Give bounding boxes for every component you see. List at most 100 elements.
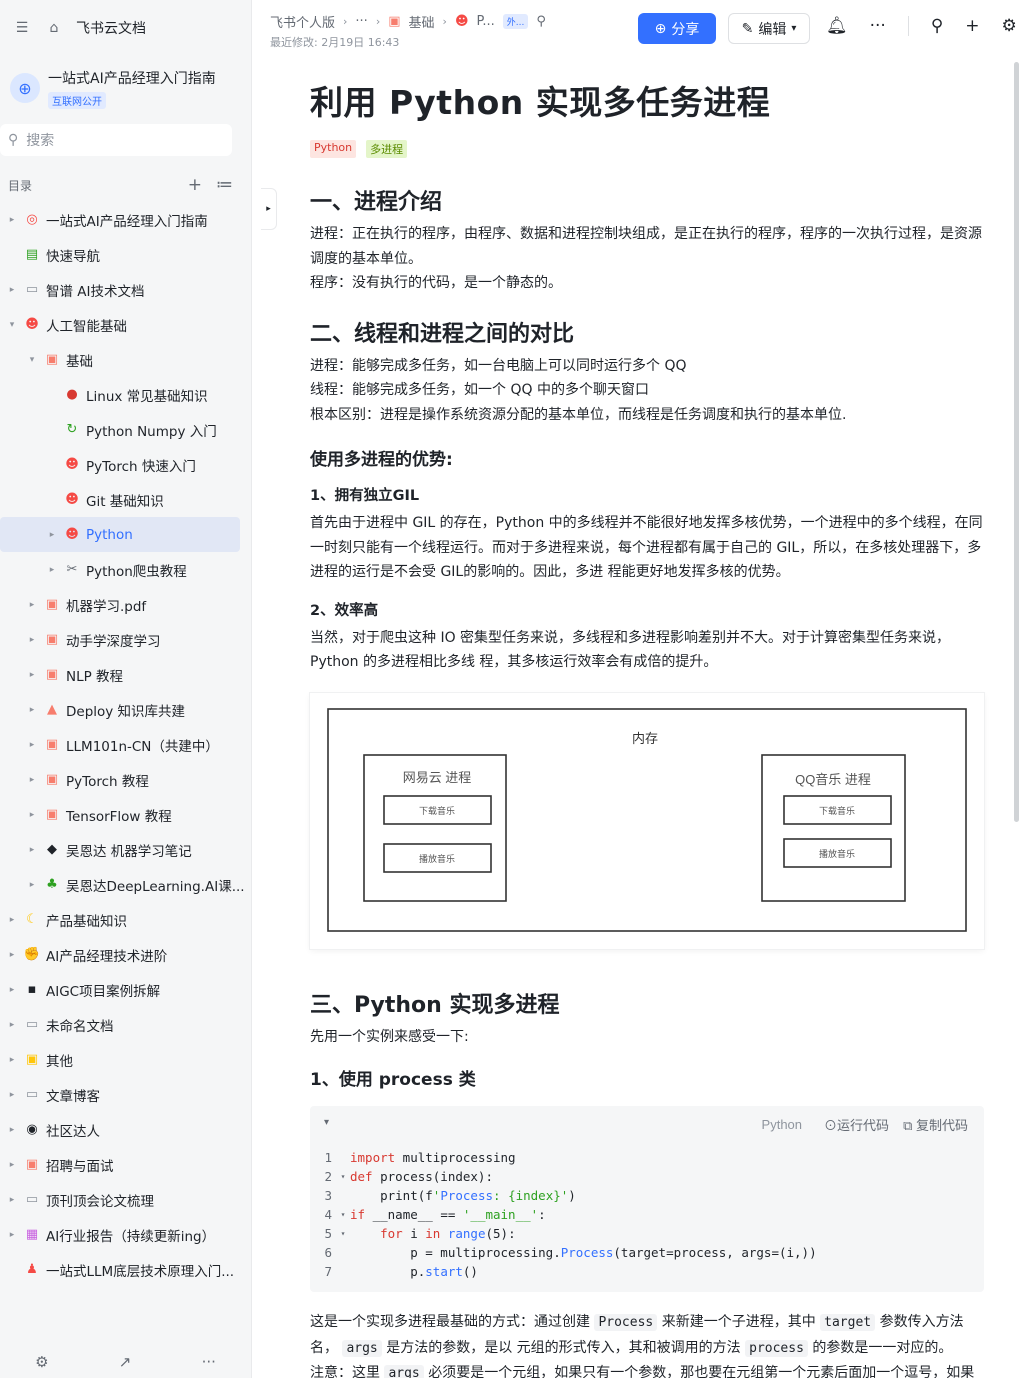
add-icon[interactable]: +: [188, 175, 202, 195]
chevron-right-icon[interactable]: ▸: [26, 670, 38, 680]
chevron-right-icon[interactable]: ▸: [26, 600, 38, 610]
chevron-right-icon[interactable]: ▸: [26, 775, 38, 785]
chevron-down-icon[interactable]: ▾: [6, 320, 18, 330]
collapse-code-icon[interactable]: ▾: [324, 1117, 329, 1128]
sidebar-item[interactable]: ▸ ☾ 产品基础知识: [0, 902, 251, 937]
sidebar-item[interactable]: ☻ PyTorch 快速入门: [0, 447, 251, 482]
breadcrumb-root[interactable]: 飞书个人版: [270, 12, 335, 31]
copy-code-button[interactable]: ⧉ 复制代码: [903, 1115, 968, 1134]
sidebar-item[interactable]: ▸ ▣ 招聘与面试: [0, 1147, 251, 1182]
wiki-header[interactable]: ⊕ 一站式AI产品经理入门指南 互联网公开: [0, 56, 251, 120]
chevron-right-icon[interactable]: ▸: [6, 1090, 18, 1100]
chevron-down-icon[interactable]: ▾: [26, 355, 38, 365]
chevron-right-icon[interactable]: ▸: [6, 1160, 18, 1170]
sidebar-item[interactable]: ▸ ◆ 吴恩达 机器学习笔记: [0, 832, 251, 867]
chevron-right-icon[interactable]: ▸: [6, 915, 18, 925]
chevron-right-icon[interactable]: ▸: [26, 845, 38, 855]
sidebar-item[interactable]: ▾ ☻ 人工智能基础: [0, 307, 251, 342]
sidebar-item[interactable]: ▸ ▣ LLM101n-CN（共建中）: [0, 727, 251, 762]
pin-icon[interactable]: ⚲: [536, 14, 546, 29]
chevron-right-icon[interactable]: ▸: [6, 985, 18, 995]
search-input[interactable]: ⚲ 搜索: [0, 124, 232, 156]
chevron-right-icon[interactable]: ▸: [6, 950, 18, 960]
sidebar-item[interactable]: ↻ Python Numpy 入门: [0, 412, 251, 447]
sidebar-item[interactable]: ▸ ▪ AIGC项目案例拆解: [0, 972, 251, 1007]
code-block[interactable]: ▾ Python ⊙运行代码 ⧉ 复制代码 1 import multiproce…: [310, 1106, 984, 1292]
expand-outline-button[interactable]: ▸: [261, 188, 277, 230]
bell-icon[interactable]: 🔔︎: [826, 16, 848, 36]
chevron-right-icon[interactable]: ▸: [6, 1195, 18, 1205]
chevron-right-icon[interactable]: ▸: [26, 810, 38, 820]
breadcrumb-ellipsis[interactable]: ···: [355, 14, 367, 29]
sidebar-item[interactable]: ▸ ▦ AI行业报告（持续更新ing）: [0, 1217, 251, 1252]
sidebar-item[interactable]: ▸ ▣ 其他: [0, 1042, 251, 1077]
fold-chevron-icon[interactable]: ▾: [336, 1229, 350, 1238]
chevron-right-icon[interactable]: ▸: [26, 880, 38, 890]
breadcrumb-parent[interactable]: 基础: [409, 12, 435, 31]
settings-icon[interactable]: ⚙: [35, 1353, 48, 1371]
edit-button[interactable]: ✎ 编辑 ▾: [728, 13, 810, 44]
run-code-button[interactable]: ⊙运行代码: [824, 1115, 889, 1134]
tag-multiprocess[interactable]: 多进程: [366, 140, 408, 158]
doc-icon: ▭: [25, 1017, 39, 1032]
fold-chevron-icon[interactable]: ▾: [336, 1210, 350, 1219]
list-settings-icon[interactable]: ≔: [216, 175, 233, 195]
sidebar-item[interactable]: ▸ ✊ AI产品经理技术进阶: [0, 937, 251, 972]
chevron-right-icon[interactable]: ▸: [46, 565, 58, 575]
add-icon[interactable]: +: [965, 16, 979, 36]
external-tag[interactable]: 外...: [502, 14, 529, 29]
book-icon: ▣: [45, 632, 59, 647]
home-icon[interactable]: ⌂: [44, 18, 64, 38]
doc-icon: ▭: [25, 1087, 39, 1102]
chevron-right-icon[interactable]: ▸: [6, 1230, 18, 1240]
sidebar-item[interactable]: ▸ ▣ 机器学习.pdf: [0, 587, 251, 622]
share-button[interactable]: ⊕ 分享: [638, 13, 716, 44]
sidebar-item[interactable]: ▤ 快速导航: [0, 237, 251, 272]
sidebar-item-label: AI行业报告（持续更新ing）: [46, 1228, 216, 1245]
grad-cap-icon: ◆: [47, 842, 57, 857]
chevron-right-icon[interactable]: ▸: [6, 285, 18, 295]
app-name[interactable]: 飞书云文档: [76, 18, 146, 38]
sidebar-item[interactable]: ▸ ▭ 顶刊顶会论文梳理: [0, 1182, 251, 1217]
chevron-right-icon[interactable]: ▸: [26, 740, 38, 750]
sidebar-item[interactable]: ▸ ▣ 动手学深度学习: [0, 622, 251, 657]
menu-collapse-icon[interactable]: ☰: [12, 18, 32, 38]
face-icon: ☻: [65, 492, 79, 507]
code-language[interactable]: Python: [762, 1117, 802, 1132]
sidebar-item[interactable]: ♟ 一站式LLM底层技术原理入门...: [0, 1252, 251, 1287]
sidebar-item[interactable]: ▸ ▭ 智谱 AI技术文档: [0, 272, 251, 307]
process-diagram[interactable]: 内存 网易云 进程 下载音乐 播放音乐 QQ音乐 进程 下载音乐 播放音乐: [310, 692, 984, 949]
breadcrumb-current[interactable]: P...: [477, 14, 495, 29]
sidebar-item[interactable]: ▸ ▣ NLP 教程: [0, 657, 251, 692]
sidebar-item[interactable]: ▸ ▭ 文章博客: [0, 1077, 251, 1112]
tag-python[interactable]: Python: [310, 140, 357, 158]
scrollbar[interactable]: [1014, 62, 1019, 822]
sidebar-item[interactable]: ▸ ▣ TensorFlow 教程: [0, 797, 251, 832]
book-icon: ▣: [45, 737, 59, 752]
share-out-icon[interactable]: ↗: [119, 1353, 132, 1371]
chevron-right-icon[interactable]: ▸: [46, 530, 58, 540]
eyes-icon: ◉: [26, 1122, 38, 1137]
fold-chevron-icon[interactable]: ▾: [336, 1172, 350, 1181]
search-icon[interactable]: ⚲: [931, 16, 943, 36]
gear-icon[interactable]: ⚙: [1002, 16, 1017, 36]
sidebar-item[interactable]: ▸ ▲ Deploy 知识库共建: [0, 692, 251, 727]
sidebar-item[interactable]: ☻ Git 基础知识: [0, 482, 251, 517]
sidebar-item[interactable]: ▸ ◎ 一站式AI产品经理入门指南: [0, 202, 251, 237]
sidebar-item[interactable]: ▾ ▣ 基础: [0, 342, 251, 377]
sidebar-item[interactable]: ▸ ◉ 社区达人: [0, 1112, 251, 1147]
chevron-right-icon[interactable]: ▸: [6, 1020, 18, 1030]
chevron-right-icon[interactable]: ▸: [6, 1055, 18, 1065]
more-icon[interactable]: ···: [202, 1353, 216, 1371]
sidebar-item[interactable]: ● Linux 常见基础知识: [0, 377, 251, 412]
sidebar-item[interactable]: ▸ ▭ 未命名文档: [0, 1007, 251, 1042]
sidebar-item[interactable]: ▸ ▣ PyTorch 教程: [0, 762, 251, 797]
sidebar-item[interactable]: ▸ ♣ 吴恩达DeepLearning.AI课...: [0, 867, 251, 902]
chevron-right-icon[interactable]: ▸: [26, 635, 38, 645]
sidebar-item[interactable]: ▸ ✂ Python爬虫教程: [0, 552, 251, 587]
chevron-right-icon[interactable]: ▸: [26, 705, 38, 715]
chevron-right-icon[interactable]: ▸: [6, 215, 18, 225]
chevron-right-icon[interactable]: ▸: [6, 1125, 18, 1135]
more-icon[interactable]: ···: [870, 16, 886, 36]
sidebar-item[interactable]: ▸ ☻ Python: [0, 517, 240, 552]
